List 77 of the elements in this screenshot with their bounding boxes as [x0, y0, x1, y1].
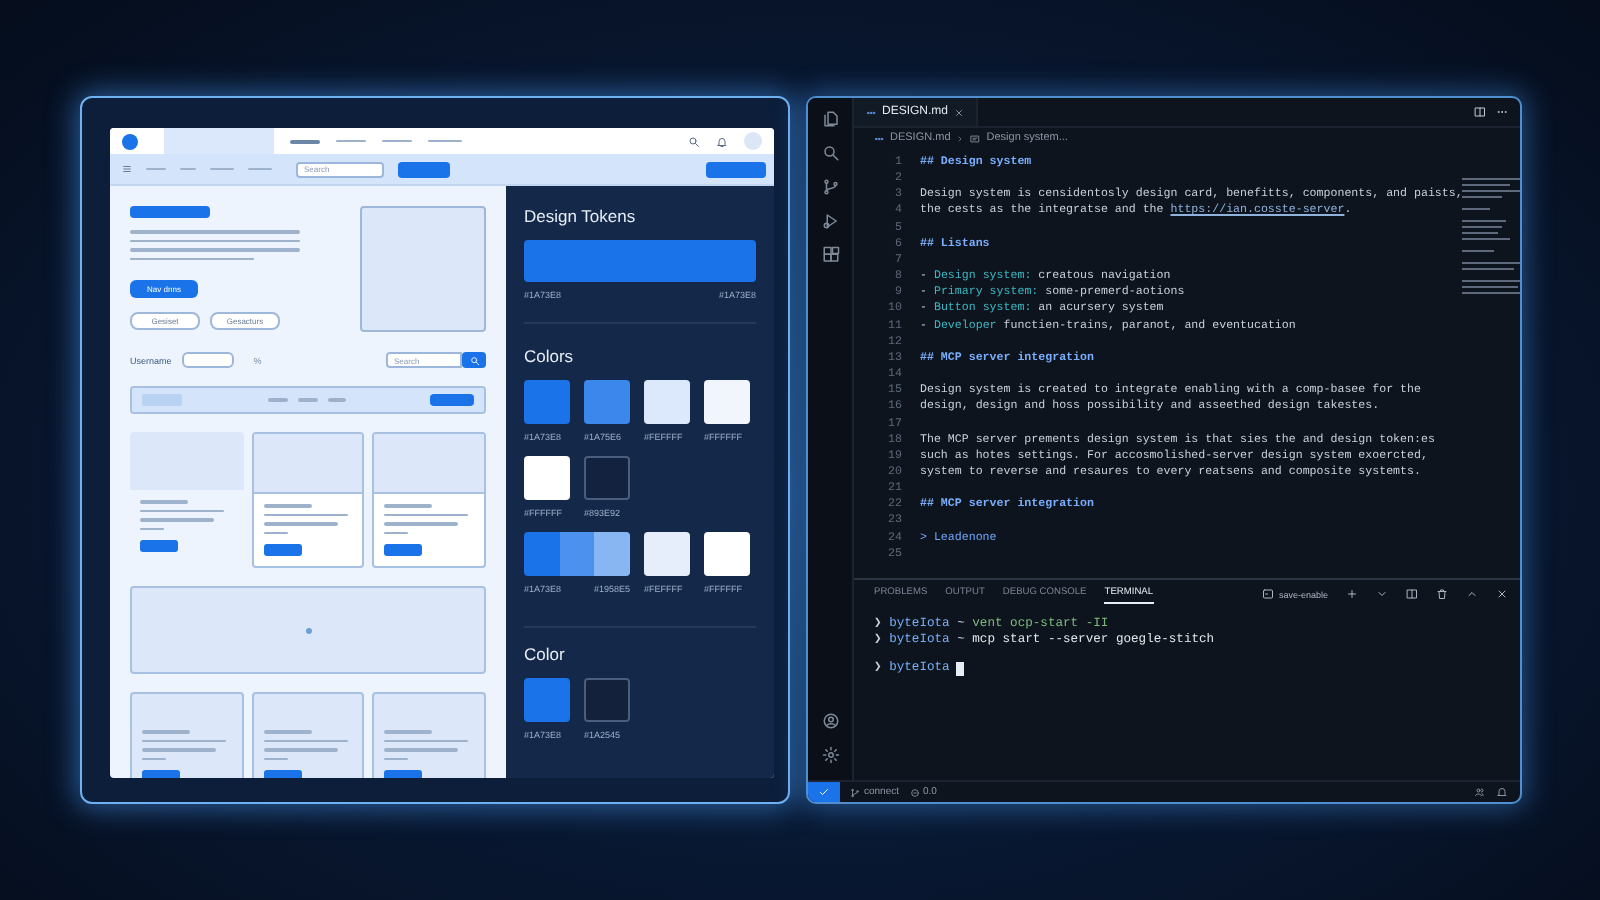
placeholder-button[interactable]: [263, 544, 302, 556]
placeholder-line: [263, 757, 288, 760]
bell-icon[interactable]: [716, 135, 728, 147]
placeholder-line: [384, 531, 409, 534]
close-icon[interactable]: [1496, 588, 1508, 600]
placeholder-button[interactable]: [706, 161, 766, 177]
placeholder-line: [336, 139, 366, 143]
minimap: [1462, 178, 1520, 294]
plus-icon[interactable]: [1346, 588, 1358, 600]
search-icon[interactable]: [688, 135, 700, 147]
branch-icon[interactable]: [821, 178, 839, 196]
search-icon[interactable]: [821, 144, 839, 162]
placeholder-line: [180, 167, 196, 171]
placeholder-line: [142, 757, 166, 760]
placeholder-line: [384, 522, 459, 525]
chevron-icon[interactable]: [1376, 588, 1388, 600]
section-icon: [970, 133, 981, 143]
placeholder-line: [248, 167, 272, 171]
placeholder-line: [263, 730, 312, 733]
placeholder-line: [384, 730, 433, 733]
placeholder-line: [428, 139, 462, 143]
placeholder-line: [384, 513, 469, 516]
search-button[interactable]: [462, 352, 486, 368]
placeholder-line: [384, 748, 459, 751]
branch-icon: [850, 787, 860, 797]
dot: [305, 627, 311, 633]
bell-icon[interactable]: [1496, 786, 1508, 798]
split-icon[interactable]: [1406, 588, 1418, 600]
placeholder-line: [382, 139, 412, 143]
placeholder-pill: [130, 206, 210, 218]
placeholder-line: [297, 398, 317, 402]
placeholder-line: [290, 139, 320, 143]
placeholder-line: [263, 531, 288, 534]
files-icon[interactable]: [821, 110, 839, 128]
placeholder-line: [263, 739, 348, 742]
trash-icon[interactable]: [1436, 588, 1448, 600]
placeholder-line: [263, 513, 348, 516]
problems-icon: [909, 787, 920, 797]
terminal-icon: [1262, 588, 1275, 600]
placeholder-line: [263, 748, 338, 751]
placeholder-line: [142, 730, 190, 733]
placeholder-line: [146, 167, 166, 171]
placeholder-line: [210, 167, 234, 171]
placeholder-line: [140, 527, 164, 530]
placeholder-line: [384, 757, 409, 760]
placeholder-line: [142, 739, 226, 742]
image-placeholder: [360, 206, 486, 332]
placeholder-line: [263, 522, 338, 525]
placeholder-line: [327, 398, 345, 402]
placeholder-button[interactable]: [384, 544, 423, 556]
placeholder-line: [142, 748, 216, 751]
split-icon[interactable]: [1474, 106, 1486, 118]
account-icon[interactable]: [821, 712, 839, 730]
placeholder-button[interactable]: [398, 161, 450, 177]
input-field[interactable]: [181, 352, 234, 368]
chevron-up-icon[interactable]: [1466, 588, 1478, 600]
placeholder-line: [384, 504, 433, 507]
close-icon[interactable]: [954, 107, 965, 117]
section-title: Colors: [524, 346, 576, 366]
placeholder-line: [140, 500, 188, 503]
placeholder-line: [140, 509, 224, 512]
placeholder-line: [384, 739, 469, 742]
run-icon[interactable]: [821, 212, 839, 230]
extensions-icon[interactable]: [821, 246, 839, 264]
gear-icon[interactable]: [821, 746, 839, 764]
check-icon: [818, 786, 830, 798]
placeholder-line: [140, 518, 214, 521]
people-icon[interactable]: [1474, 786, 1486, 798]
placeholder-pill: [142, 394, 182, 406]
section-title: Color: [524, 644, 567, 664]
section-title: Design Tokens: [524, 206, 638, 226]
logo: [122, 133, 138, 149]
menu-icon[interactable]: [122, 164, 132, 174]
placeholder-line: [130, 257, 254, 260]
placeholder-line: [263, 504, 312, 507]
placeholder-line: [267, 398, 287, 402]
search-icon: [469, 355, 479, 365]
